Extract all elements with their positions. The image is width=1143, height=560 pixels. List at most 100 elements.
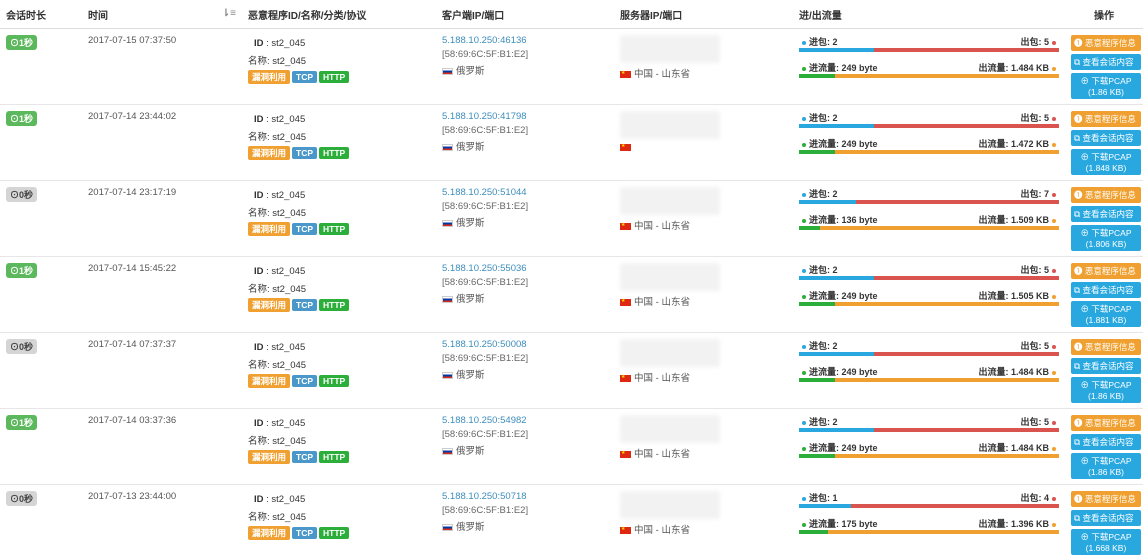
server-region: 中国 - 山东省 (634, 373, 690, 384)
malware-info-button[interactable]: ❶ 恶意程序信息 (1071, 415, 1141, 431)
view-session-button[interactable]: ⧉ 查看会话内容 (1071, 130, 1141, 146)
out-pkt-label: 出包: (1020, 113, 1041, 123)
protocol-tag: HTTP (319, 147, 349, 159)
client-country: 俄罗斯 (456, 218, 485, 229)
table-row[interactable]: ⊙1秒 2017-07-14 15:45:22 ID : st2_045 名称:… (0, 257, 1143, 333)
client-ip-link[interactable]: 5.188.10.250 (442, 339, 497, 350)
client-address: 5.188.10.250:50008 (442, 339, 608, 350)
col-malware[interactable]: 恶意程序ID/名称/分类/协议 (242, 0, 436, 29)
col-time-label: 时间 (88, 11, 108, 22)
col-server[interactable]: 服务器IP/端口 (614, 0, 793, 29)
download-pcap-button[interactable]: ⊕ 下载PCAP(1.806 KB) (1071, 225, 1141, 251)
col-flow[interactable]: 进/出流量 (793, 0, 1065, 29)
in-packet-bar (799, 352, 874, 356)
in-pkt-label: 进包: (809, 189, 830, 199)
in-flow-bar (799, 302, 835, 306)
server-region: 中国 - 山东省 (634, 221, 690, 232)
pcap-size: (1.806 KB) (1086, 239, 1127, 249)
download-pcap-button[interactable]: ⊕ 下载PCAP(1.881 KB) (1071, 301, 1141, 327)
transport-tag: TCP (292, 451, 317, 463)
out-pkt-value: 5 (1044, 113, 1049, 123)
client-ip-link[interactable]: 5.188.10.250 (442, 35, 497, 46)
view-session-button[interactable]: ⧉ 查看会话内容 (1071, 434, 1141, 450)
client-ip-link[interactable]: 5.188.10.250 (442, 187, 497, 198)
col-client[interactable]: 客户端IP/端口 (436, 0, 614, 29)
client-ip-link[interactable]: 5.188.10.250 (442, 111, 497, 122)
in-pkt-label: 进包: (809, 493, 830, 503)
malware-info-button[interactable]: ❶ 恶意程序信息 (1071, 263, 1141, 279)
duration-cell: ⊙1秒 (0, 29, 82, 105)
client-mac: [58:69:6C:5F:B1:E2] (442, 277, 608, 288)
packet-stats: 进包: 2 出包: 5 (799, 263, 1059, 275)
table-row[interactable]: ⊙1秒 2017-07-15 07:37:50 ID : st2_045 名称:… (0, 29, 1143, 105)
name-label: 名称: (248, 56, 270, 67)
in-flow-value: 249 byte (842, 291, 878, 301)
packet-stats: 进包: 2 出包: 5 (799, 339, 1059, 351)
table-row[interactable]: ⊙0秒 2017-07-14 23:17:19 ID : st2_045 名称:… (0, 181, 1143, 257)
client-cell: 5.188.10.250:41798 [58:69:6C:5F:B1:E2] 俄… (436, 105, 614, 181)
client-port: :50718 (497, 491, 526, 502)
malware-info-button[interactable]: ❶ 恶意程序信息 (1071, 339, 1141, 355)
out-flow-label: 出流量: (978, 215, 1008, 225)
flow-stats: 进流量: 249 byte 出流量: 1.484 KB (799, 61, 1059, 73)
in-flow-value: 249 byte (842, 139, 878, 149)
client-ip-link[interactable]: 5.188.10.250 (442, 415, 497, 426)
out-flow-bar (828, 530, 1059, 534)
malware-info-button[interactable]: ❶ 恶意程序信息 (1071, 491, 1141, 507)
redacted-server-ip (620, 491, 720, 519)
view-session-button[interactable]: ⧉ 查看会话内容 (1071, 358, 1141, 374)
download-pcap-button[interactable]: ⊕ 下载PCAP(1.668 KB) (1071, 529, 1141, 555)
china-flag-icon (620, 71, 631, 78)
download-pcap-button[interactable]: ⊕ 下载PCAP(1.86 KB) (1071, 377, 1141, 403)
view-session-button[interactable]: ⧉ 查看会话内容 (1071, 282, 1141, 298)
table-row[interactable]: ⊙1秒 2017-07-14 23:44:02 ID : st2_045 名称:… (0, 105, 1143, 181)
in-flow-dot (802, 295, 806, 299)
pcap-size: (1.881 KB) (1086, 315, 1127, 325)
client-ip-link[interactable]: 5.188.10.250 (442, 491, 497, 502)
flow-stats: 进流量: 249 byte 出流量: 1.484 KB (799, 441, 1059, 453)
malware-info-button[interactable]: ❶ 恶意程序信息 (1071, 111, 1141, 127)
malware-name: 名称: st2_045 (248, 53, 430, 67)
in-flow-label: 进流量: (809, 519, 839, 529)
protocol-tag: HTTP (319, 451, 349, 463)
malware-id: ID : st2_045 (254, 418, 430, 429)
packet-ratio-bar (799, 276, 1059, 280)
view-session-label: 查看会话内容 (1082, 133, 1133, 143)
sort-icon[interactable]: ⇂≡ (222, 8, 236, 19)
in-flow: 进流量: 249 byte (799, 61, 878, 74)
in-packets: 进包: 2 (799, 415, 838, 428)
transport-tag: TCP (292, 527, 317, 539)
malware-info-label: 恶意程序信息 (1085, 418, 1136, 428)
col-duration[interactable]: 会话时长 (0, 0, 82, 29)
download-pcap-button[interactable]: ⊕ 下载PCAP(1.86 KB) (1071, 73, 1141, 99)
russia-flag-icon (442, 220, 453, 227)
download-pcap-button[interactable]: ⊕ 下载PCAP(1.86 KB) (1071, 453, 1141, 479)
malware-id: ID : st2_045 (254, 342, 430, 353)
col-time[interactable]: 时间 ⇂≡ (82, 0, 242, 29)
in-flow-bar (799, 74, 835, 78)
table-row[interactable]: ⊙0秒 2017-07-14 07:37:37 ID : st2_045 名称:… (0, 333, 1143, 409)
redacted-server-ip (620, 415, 720, 443)
flow-ratio-bar (799, 226, 1059, 230)
malware-info-label: 恶意程序信息 (1085, 494, 1136, 504)
info-icon: ❶ (1074, 266, 1085, 276)
duration-cell: ⊙1秒 (0, 257, 82, 333)
download-pcap-button[interactable]: ⊕ 下载PCAP(1.848 KB) (1071, 149, 1141, 175)
malware-info-button[interactable]: ❶ 恶意程序信息 (1071, 187, 1141, 203)
client-country: 俄罗斯 (456, 522, 485, 533)
client-ip-link[interactable]: 5.188.10.250 (442, 263, 497, 274)
pcap-size: (1.668 KB) (1086, 543, 1127, 553)
table-row[interactable]: ⊙0秒 2017-07-13 23:44:00 ID : st2_045 名称:… (0, 485, 1143, 560)
view-session-button[interactable]: ⧉ 查看会话内容 (1071, 510, 1141, 526)
malware-info-button[interactable]: ❶ 恶意程序信息 (1071, 35, 1141, 51)
out-packet-dot (1052, 269, 1056, 273)
view-session-button[interactable]: ⧉ 查看会话内容 (1071, 206, 1141, 222)
flow-cell: 进包: 1 出包: 4 进流量: 175 byte 出流量: 1.396 KB (793, 485, 1065, 560)
download-pcap-label: 下载PCAP (1091, 380, 1131, 390)
malware-name: 名称: st2_045 (248, 357, 430, 371)
packet-ratio-bar (799, 124, 1059, 128)
in-packet-dot (802, 117, 806, 121)
out-packets: 出包: 5 (1020, 415, 1059, 428)
table-row[interactable]: ⊙1秒 2017-07-14 03:37:36 ID : st2_045 名称:… (0, 409, 1143, 485)
view-session-button[interactable]: ⧉ 查看会话内容 (1071, 54, 1141, 70)
